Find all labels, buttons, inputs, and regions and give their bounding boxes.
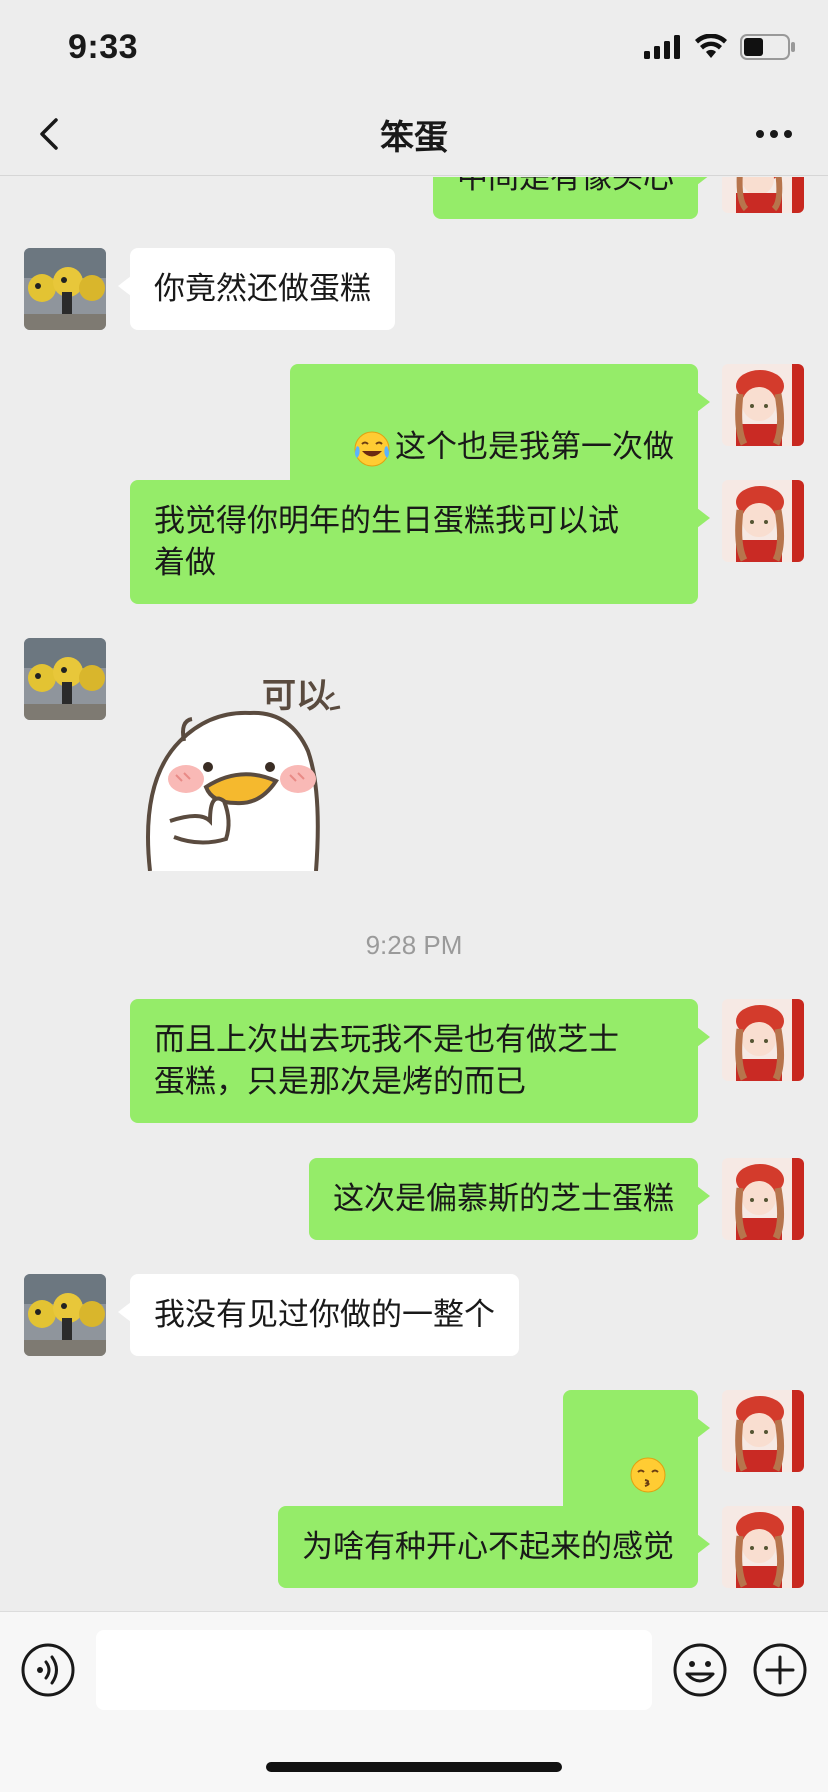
my-avatar[interactable] <box>722 364 804 446</box>
sticker-text: 可以 <box>262 676 330 716</box>
kissing-emoji <box>630 1457 666 1492</box>
emoji-picker-icon[interactable] <box>672 1642 728 1698</box>
message-bubble-outgoing[interactable]: 而且上次出去玩我不是也有做芝士 蛋糕，只是那次是烤的而已 <box>130 999 710 1123</box>
my-avatar[interactable] <box>722 177 804 213</box>
status-time: 9:33 <box>68 28 139 66</box>
message-text-input[interactable] <box>96 1630 652 1710</box>
message-bubble-incoming[interactable]: 你竟然还做蛋糕 <box>118 248 395 330</box>
chat-title: 笨蛋 <box>380 118 448 158</box>
cellular-signal-icon <box>644 35 680 59</box>
my-avatar[interactable] <box>722 480 804 562</box>
message-timestamp: 9:28 PM <box>365 930 463 960</box>
chat-message-list[interactable]: 中间是有像头心 你竟然还做蛋糕 这个也是我第一次做 我觉得你明年的生日蛋糕我可以… <box>0 177 828 1611</box>
message-text: 这个也是我第一次做 <box>395 429 674 465</box>
voice-input-icon[interactable] <box>20 1642 76 1698</box>
my-avatar[interactable] <box>722 999 804 1081</box>
friend-avatar[interactable] <box>24 1274 106 1356</box>
battery-icon <box>740 34 795 60</box>
wifi-icon <box>695 34 727 58</box>
message-bubble-outgoing[interactable]: 中间是有像头心 <box>433 177 710 219</box>
status-icons <box>644 34 796 60</box>
duck-sticker[interactable]: 可以 <box>140 671 380 872</box>
tears-of-joy-emoji <box>354 431 390 466</box>
more-options-icon[interactable] <box>750 116 798 152</box>
my-avatar[interactable] <box>722 1390 804 1472</box>
my-avatar[interactable] <box>722 1158 804 1240</box>
status-bar: 9:33 <box>0 0 828 96</box>
chat-header: 笨蛋 <box>0 96 828 176</box>
message-bubble-outgoing[interactable]: 我觉得你明年的生日蛋糕我可以试 着做 <box>130 480 710 604</box>
friend-avatar[interactable] <box>24 248 106 330</box>
friend-avatar[interactable] <box>24 638 106 720</box>
message-bubble-incoming[interactable]: 我没有见过你做的一整个 <box>118 1274 519 1356</box>
my-avatar[interactable] <box>722 1506 804 1588</box>
home-indicator <box>266 1762 562 1772</box>
battery-fill <box>744 38 763 56</box>
message-bubble-outgoing[interactable]: 这次是偏慕斯的芝士蛋糕 <box>309 1158 710 1240</box>
more-functions-plus-icon[interactable] <box>752 1642 808 1698</box>
message-bubble-outgoing[interactable]: 为啥有种开心不起来的感觉 <box>278 1506 710 1588</box>
